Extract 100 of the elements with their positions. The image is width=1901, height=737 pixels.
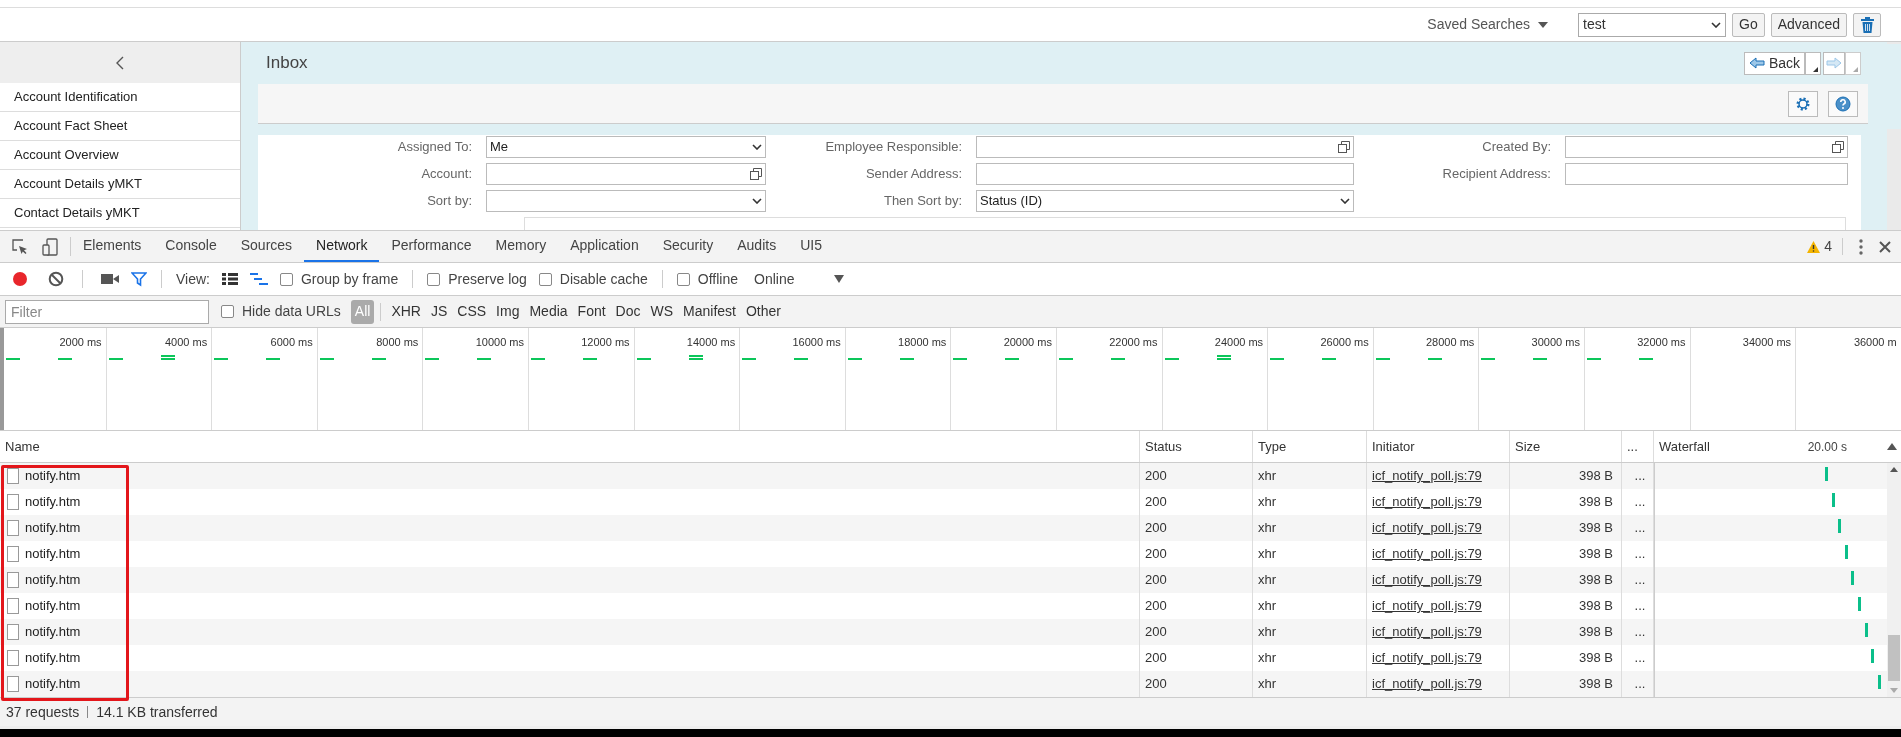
initiator-link[interactable]: icf_notify_poll.js:79 <box>1372 544 1482 564</box>
timeline-tick-label: 36000 m <box>1853 335 1898 350</box>
devtools-tab[interactable]: UI5 <box>788 231 834 262</box>
waterfall-view-icon[interactable] <box>250 273 268 285</box>
throttling-dropdown[interactable]: Online <box>754 268 845 290</box>
saved-search-dropdown[interactable]: test <box>1578 12 1727 37</box>
initiator-link[interactable]: icf_notify_poll.js:79 <box>1372 674 1482 694</box>
checkbox[interactable] <box>427 272 441 286</box>
sort-ascending-icon[interactable] <box>1887 443 1897 450</box>
warnings-counter[interactable]: 4 <box>1807 238 1843 255</box>
advanced-button[interactable]: Advanced <box>1770 12 1847 37</box>
initiator-link[interactable]: icf_notify_poll.js:79 <box>1372 492 1482 512</box>
type-filter-tab[interactable]: XHR <box>387 299 425 324</box>
filter-field[interactable]: Filter <box>5 299 209 324</box>
request-row[interactable]: notify.htm 200 xhr icf_notify_poll.js:79 398 B ... <box>0 463 1887 489</box>
timeline-tick-label: 12000 ms <box>581 335 631 350</box>
request-row[interactable]: notify.htm 200 xhr icf_notify_poll.js:79 398 B ... <box>0 515 1887 541</box>
input-field[interactable] <box>976 136 1354 158</box>
sidebar-item[interactable]: Account Details yMKT <box>0 170 240 199</box>
column-header[interactable]: Waterfall <box>1659 436 1710 457</box>
timeline-tick-label: 34000 ms <box>1742 335 1793 350</box>
go-button[interactable]: Go <box>1732 12 1765 37</box>
sidebar-item[interactable]: Account Overview <box>0 141 240 170</box>
type-filter-tab[interactable]: Other <box>742 299 785 324</box>
timeline-tick-label: 18000 ms <box>898 335 948 350</box>
device-toolbar-icon[interactable] <box>42 237 58 256</box>
list-view-icon[interactable] <box>222 273 238 285</box>
record-icon[interactable] <box>12 271 28 287</box>
request-row[interactable]: notify.htm 200 xhr icf_notify_poll.js:79 398 B ... <box>0 671 1887 697</box>
table-cell-text: 200 <box>1145 649 1167 668</box>
timeline-tick-label: 4000 ms <box>165 335 209 350</box>
caret-icon[interactable] <box>1538 21 1549 28</box>
input-field[interactable] <box>1565 163 1848 185</box>
type-filter-tab[interactable]: Font <box>573 299 610 324</box>
sidebar-item[interactable]: Account Fact Sheet <box>0 112 240 141</box>
devtools-tab[interactable]: Security <box>650 231 726 262</box>
video-camera-icon[interactable] <box>101 273 119 285</box>
type-filter-tab[interactable]: WS <box>646 299 678 324</box>
column-header[interactable]: Name <box>5 436 40 457</box>
initiator-link[interactable]: icf_notify_poll.js:79 <box>1372 622 1482 642</box>
type-filter-tab[interactable]: JS <box>426 299 452 324</box>
column-header[interactable]: Initiator <box>1372 436 1415 457</box>
dropdown-toggle-button[interactable] <box>1845 51 1861 75</box>
scrollbar[interactable] <box>1887 42 1901 230</box>
input-field[interactable] <box>976 163 1354 185</box>
chevron-down-icon <box>752 144 762 150</box>
request-row[interactable]: notify.htm 200 xhr icf_notify_poll.js:79 398 B ... <box>0 567 1887 593</box>
checkbox[interactable] <box>676 272 690 286</box>
column-header[interactable]: Type <box>1258 436 1287 457</box>
delete-button[interactable] <box>1853 12 1881 37</box>
devtools-tab[interactable]: Memory <box>483 231 559 262</box>
column-header[interactable]: ... <box>1627 436 1638 457</box>
dropdown-field[interactable]: Me <box>486 136 766 158</box>
type-filter-tab[interactable]: Manifest <box>679 299 740 324</box>
dropdown-toggle-button[interactable] <box>1805 51 1821 75</box>
help-button[interactable] <box>1828 90 1858 117</box>
chevron-down-icon <box>1711 21 1722 28</box>
initiator-link[interactable]: icf_notify_poll.js:79 <box>1372 596 1482 616</box>
table-cell-text: xhr <box>1258 675 1277 694</box>
input-field[interactable] <box>486 163 766 185</box>
collapse-chevron-icon[interactable] <box>116 55 124 70</box>
type-filter-tab[interactable]: Doc <box>611 299 645 324</box>
devtools-tab[interactable]: Audits <box>725 231 789 262</box>
devtools-tab[interactable]: Elements <box>71 231 154 262</box>
sidebar-item[interactable]: Contact Details yMKT <box>0 199 240 228</box>
column-header[interactable]: Size <box>1515 436 1541 457</box>
devtools-tab[interactable]: Application <box>558 231 651 262</box>
checkbox[interactable] <box>280 272 293 286</box>
checkbox[interactable] <box>538 272 552 286</box>
more-options-icon[interactable] <box>1859 238 1863 255</box>
type-filter-tab[interactable]: Media <box>525 299 572 324</box>
column-header[interactable]: Status <box>1145 436 1182 457</box>
scrollbar[interactable] <box>1887 463 1901 697</box>
devtools-tab[interactable]: Console <box>153 231 229 262</box>
inspect-element-icon[interactable] <box>12 238 28 255</box>
dropdown-field[interactable]: Status (ID) <box>976 190 1354 212</box>
back-button[interactable]: Back <box>1743 51 1805 75</box>
table-cell-text: 398 B <box>1579 597 1613 616</box>
initiator-link[interactable]: icf_notify_poll.js:79 <box>1372 518 1482 538</box>
clear-icon[interactable] <box>48 271 64 287</box>
devtools-tab[interactable]: Performance <box>379 231 484 262</box>
checkbox[interactable] <box>221 305 234 318</box>
request-row[interactable]: notify.htm 200 xhr icf_notify_poll.js:79 398 B ... <box>0 619 1887 645</box>
input-field[interactable] <box>1565 136 1848 158</box>
settings-button[interactable] <box>1788 90 1818 117</box>
type-filter-tab[interactable]: Img <box>492 299 524 324</box>
initiator-link[interactable]: icf_notify_poll.js:79 <box>1372 570 1482 590</box>
filter-icon[interactable] <box>131 271 147 287</box>
initiator-link[interactable]: icf_notify_poll.js:79 <box>1372 648 1482 668</box>
sidebar-item[interactable]: Account Identification <box>0 83 240 112</box>
close-icon[interactable] <box>1879 240 1891 253</box>
devtools-tab[interactable]: Sources <box>228 231 305 262</box>
initiator-link[interactable]: icf_notify_poll.js:79 <box>1372 466 1482 486</box>
type-filter-tab[interactable]: CSS <box>453 299 491 324</box>
document-icon <box>7 598 19 614</box>
caret-icon <box>834 275 845 283</box>
field-label: Employee Responsible: <box>824 138 963 157</box>
dropdown-field[interactable] <box>486 190 766 212</box>
table-cell-text: xhr <box>1258 571 1277 590</box>
scrollbar-thumb[interactable] <box>1888 635 1900 681</box>
